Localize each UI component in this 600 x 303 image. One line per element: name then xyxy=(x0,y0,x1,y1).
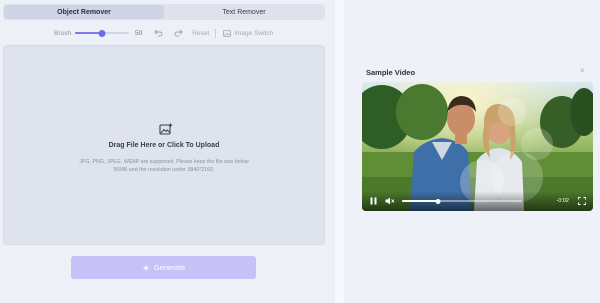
redo-icon[interactable] xyxy=(172,27,184,39)
video-progress-thumb[interactable] xyxy=(435,198,441,204)
fullscreen-icon[interactable] xyxy=(577,196,587,206)
volume-muted-icon[interactable] xyxy=(385,196,395,206)
upload-hint: JPG, PNG, JPEG, WEBP are supported. Plea… xyxy=(79,159,249,173)
sample-video-title: Sample Video xyxy=(366,68,416,77)
brush-slider-thumb[interactable] xyxy=(98,29,106,37)
generate-button[interactable]: Generate xyxy=(71,256,256,279)
undo-icon[interactable] xyxy=(152,27,164,39)
video-progress-fill xyxy=(402,200,438,202)
image-switch-icon xyxy=(223,29,232,37)
brush-label: Brush xyxy=(54,29,71,37)
generate-label: Generate xyxy=(153,263,186,272)
panel-divider xyxy=(335,0,344,303)
sample-video-player[interactable]: -0:02 xyxy=(362,82,593,211)
brush-size-slider[interactable] xyxy=(74,29,129,37)
tab-bar: Object Remover Text Remover xyxy=(3,4,325,20)
pause-icon[interactable] xyxy=(368,196,378,206)
brush-size-value: 50 xyxy=(134,29,143,37)
image-switch-label: Image Switch xyxy=(234,29,274,37)
tab-text-remover[interactable]: Text Remover xyxy=(164,5,324,19)
upload-dropzone[interactable]: Drag File Here or Click To Upload JPG, P… xyxy=(3,45,325,245)
brush-toolbar: Brush 50 Reset Image Switch xyxy=(54,27,273,39)
sparkle-icon xyxy=(142,264,150,271)
upload-title: Drag File Here or Click To Upload xyxy=(108,142,220,149)
video-time-remaining: -0:02 xyxy=(556,198,569,204)
image-switch-button[interactable]: Image Switch xyxy=(223,30,273,37)
video-controls: -0:02 xyxy=(362,191,593,211)
tab-object-remover[interactable]: Object Remover xyxy=(4,5,164,19)
close-icon[interactable]: × xyxy=(580,66,585,75)
toolbar-separator xyxy=(215,28,217,38)
add-image-icon xyxy=(159,123,173,135)
video-progress-bar[interactable] xyxy=(402,197,522,205)
reset-button[interactable]: Reset xyxy=(192,30,209,37)
